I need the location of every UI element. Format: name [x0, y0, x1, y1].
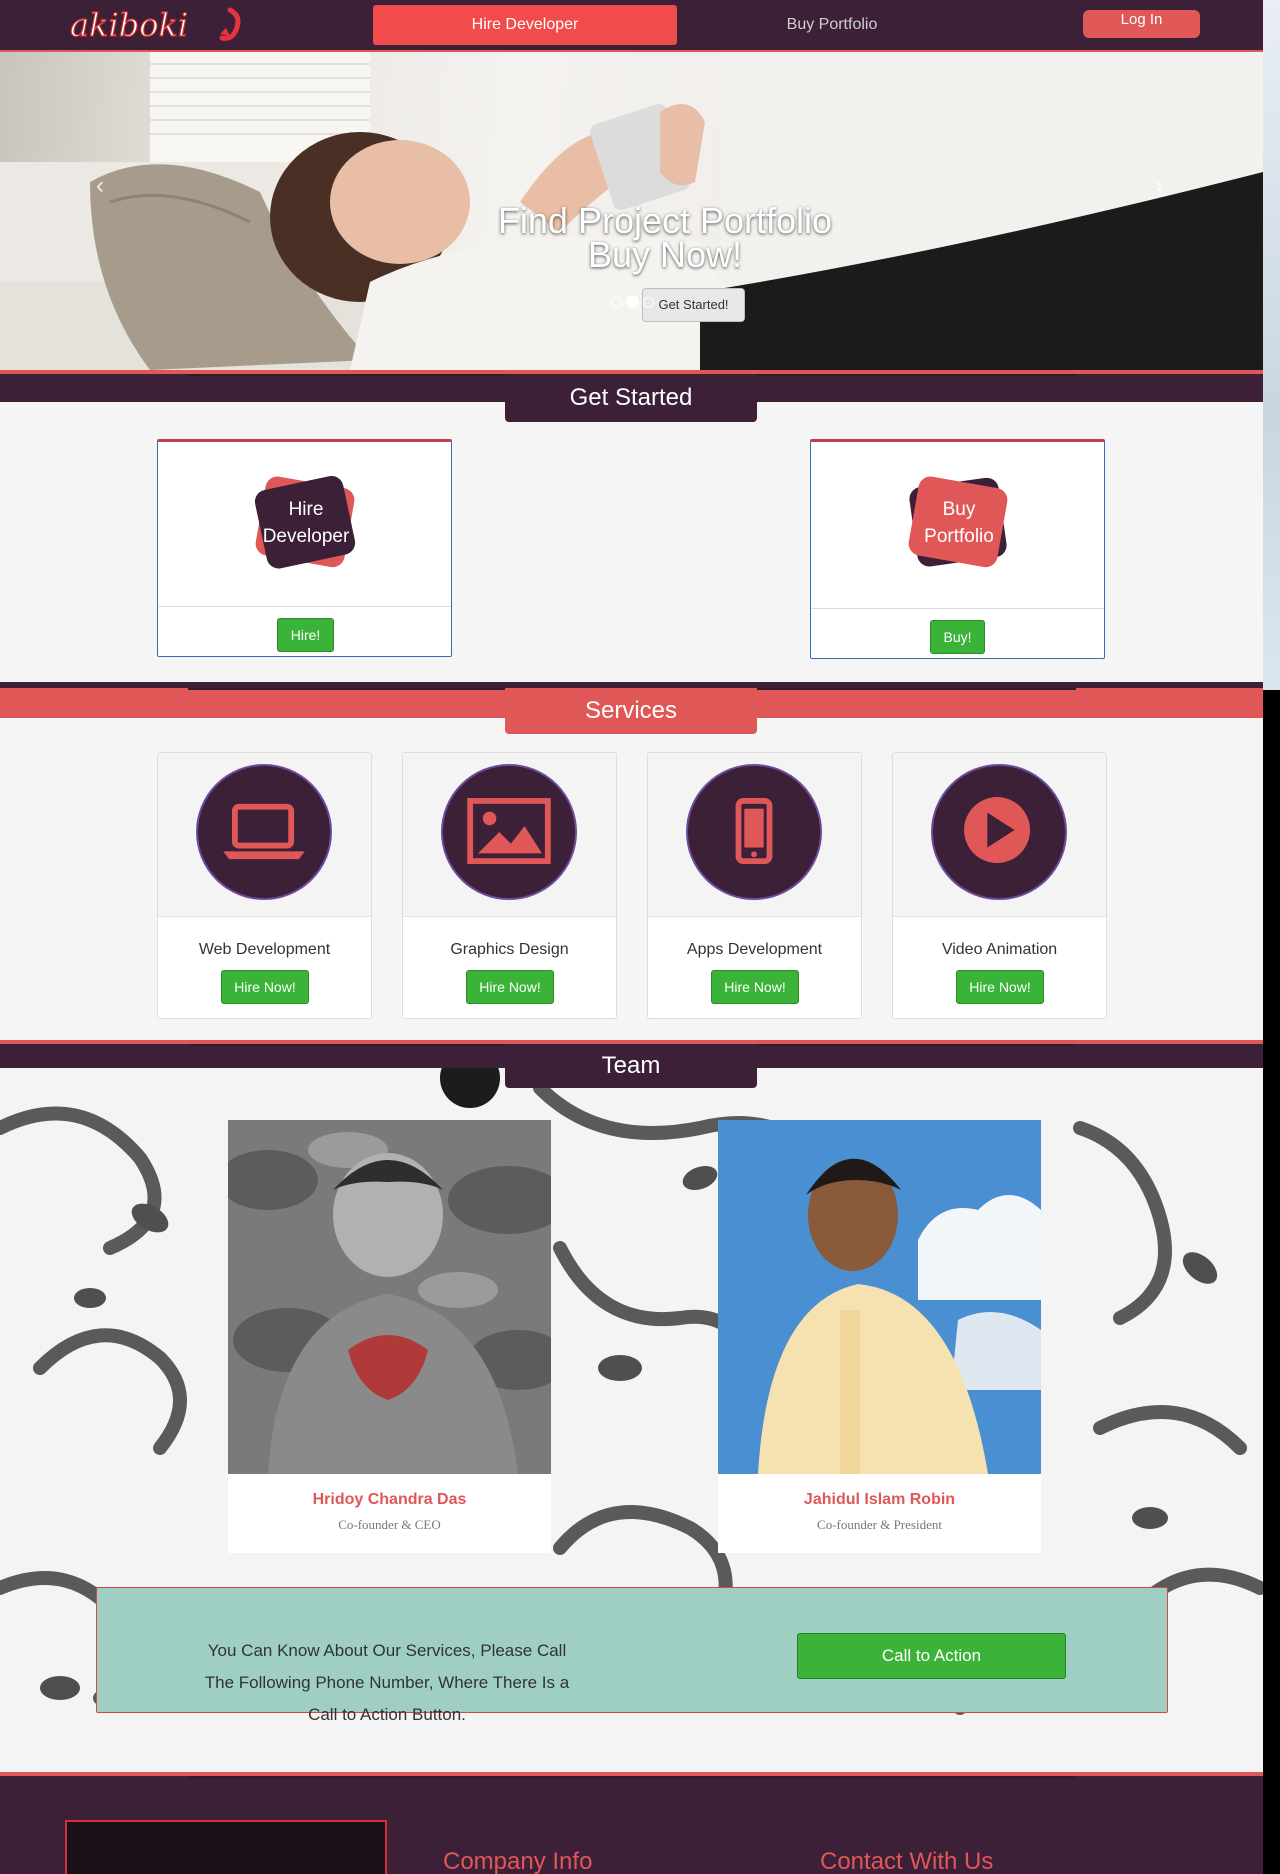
call-to-action-panel: You Can Know About Our Services, Please …: [96, 1587, 1168, 1724]
cta-text: You Can Know About Our Services, Please …: [204, 1641, 570, 1724]
nav-buy-portfolio[interactable]: Buy Portfolio: [740, 5, 924, 45]
team-heading: Team: [505, 1044, 757, 1088]
service-title: Video Animation: [941, 941, 1058, 958]
laptop-icon: [223, 803, 305, 860]
hero-carousel: Find Project Portfolio Buy Now! Get Star…: [0, 52, 1263, 370]
service-card-video: Video Animation Hire Now!: [892, 752, 1107, 1019]
hire-now-button[interactable]: Hire Now!: [956, 970, 1044, 1004]
hire-now-button[interactable]: Hire Now!: [466, 970, 554, 1004]
service-card-apps: Apps Development Hire Now!: [647, 752, 862, 1019]
call-to-action-button[interactable]: Call to Action: [797, 1633, 1066, 1679]
service-title: Graphics Design: [450, 941, 569, 958]
carousel-dot[interactable]: [611, 297, 622, 308]
window-edge-dark: [1263, 690, 1280, 1874]
play-icon: [964, 797, 1031, 864]
hero-subtitle: Buy Now!: [587, 234, 743, 275]
service-title: Apps Development: [686, 941, 823, 958]
svg-text:akiboki: akiboki: [70, 6, 188, 44]
window-edge: [1263, 0, 1280, 690]
get-started-heading: Get Started: [505, 374, 757, 422]
carousel-dot-active[interactable]: [626, 295, 639, 308]
footer: Company Info Contact With Us: [0, 1778, 1263, 1874]
carousel-prev-icon[interactable]: ‹: [96, 172, 104, 200]
akiboki-logo[interactable]: akiboki: [70, 4, 250, 46]
image-icon: [467, 798, 551, 865]
hire-developer-badge: Hire Developer: [254, 475, 356, 569]
services-heading: Services: [505, 688, 757, 734]
hire-now-button[interactable]: Hire Now!: [711, 970, 799, 1004]
team-member-card: Hridoy Chandra Das Co-founder & CEO: [228, 1120, 551, 1553]
hero-caption: Find Project Portfolio Buy Now!: [0, 200, 1263, 275]
page: akiboki Hire Developer Buy Portfolio Log…: [0, 0, 1263, 1874]
team-member-card: Jahidul Islam Robin Co-founder & Preside…: [718, 1120, 1041, 1553]
buy-portfolio-card: Buy Portfolio Buy!: [810, 439, 1105, 659]
service-card-web: Web Development Hire Now!: [157, 752, 372, 1019]
carousel-indicators: [609, 295, 656, 313]
service-card-graphics: Graphics Design Hire Now!: [402, 752, 617, 1019]
hire-button[interactable]: Hire!: [277, 618, 334, 652]
buy-badge-line1: Buy: [943, 499, 976, 520]
member-photo: [228, 1120, 551, 1474]
footer-contact: Contact With Us: [820, 1848, 994, 1874]
member-photo: [718, 1120, 1041, 1474]
buy-portfolio-badge: Buy Portfolio: [908, 476, 1008, 568]
hire-badge-line2: Developer: [263, 526, 350, 547]
service-title: Web Development: [198, 941, 331, 958]
footer-logo-box: [65, 1820, 387, 1874]
mobile-icon: [735, 798, 773, 865]
nav-hire-developer[interactable]: Hire Developer: [373, 5, 677, 45]
buy-badge-line2: Portfolio: [924, 526, 994, 547]
hire-badge-line1: Hire: [289, 499, 324, 520]
hero-title: Find Project Portfolio: [497, 200, 833, 241]
get-started-button[interactable]: Get Started!: [642, 288, 745, 322]
login-button[interactable]: Log In: [1083, 10, 1200, 38]
member-role: Co-founder & President: [817, 1517, 942, 1532]
member-name: Jahidul Islam Robin: [803, 1491, 956, 1508]
carousel-next-icon[interactable]: ›: [1155, 172, 1163, 200]
hire-developer-card: Hire Developer Hire!: [157, 439, 452, 657]
footer-company-info: Company Info: [443, 1848, 593, 1874]
member-name: Hridoy Chandra Das: [312, 1491, 467, 1508]
buy-button[interactable]: Buy!: [930, 620, 985, 654]
carousel-dot[interactable]: [643, 297, 654, 308]
hire-now-button[interactable]: Hire Now!: [221, 970, 309, 1004]
member-role: Co-founder & CEO: [338, 1517, 441, 1532]
navbar: akiboki Hire Developer Buy Portfolio Log…: [0, 0, 1263, 52]
